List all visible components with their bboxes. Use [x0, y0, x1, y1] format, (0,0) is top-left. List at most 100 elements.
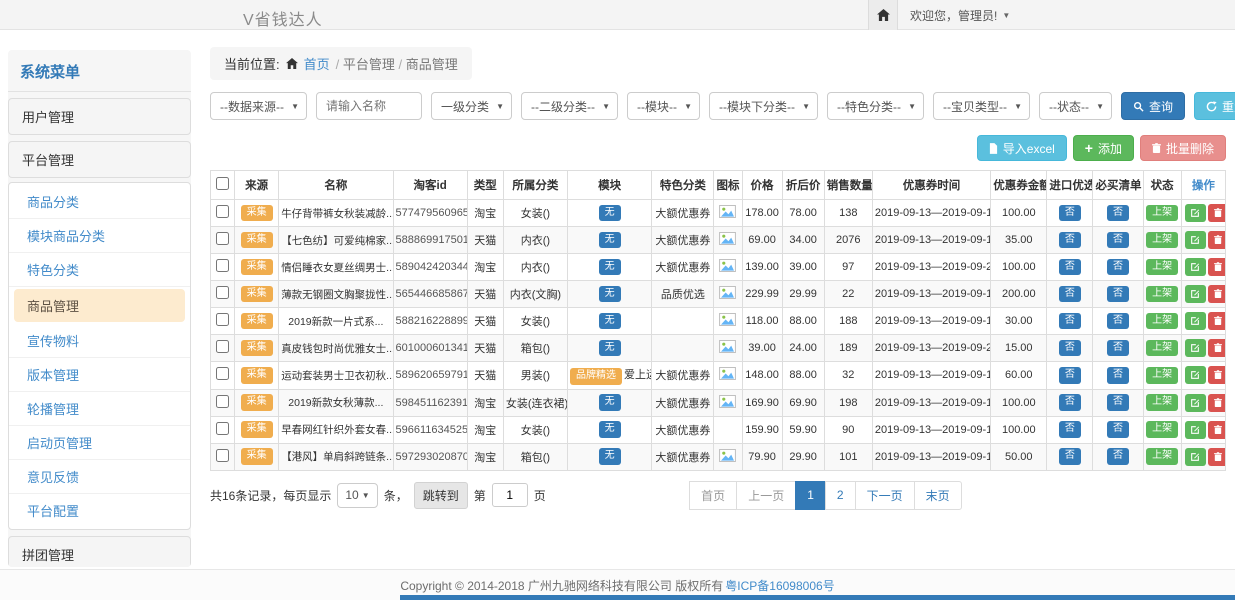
- sidebar-section-users[interactable]: 用户管理: [8, 98, 191, 135]
- must-buy-badge[interactable]: 否: [1107, 421, 1129, 438]
- page-button[interactable]: 末页: [914, 481, 962, 510]
- status-badge[interactable]: 上架: [1146, 286, 1178, 303]
- row-checkbox[interactable]: [216, 340, 229, 353]
- filter-select[interactable]: 一级分类 ▼: [431, 92, 512, 120]
- edit-button[interactable]: [1185, 285, 1206, 303]
- import-flag-badge[interactable]: 否: [1059, 205, 1081, 222]
- batch-delete-button[interactable]: 批量删除: [1140, 135, 1226, 161]
- import-flag-badge[interactable]: 否: [1059, 421, 1081, 438]
- sidebar-item[interactable]: 商品管理: [14, 289, 185, 322]
- row-checkbox[interactable]: [216, 449, 229, 462]
- import-flag-badge[interactable]: 否: [1059, 286, 1081, 303]
- page-size-select[interactable]: 10 ▼: [337, 483, 377, 508]
- import-flag-badge[interactable]: 否: [1059, 340, 1081, 357]
- jump-page-input[interactable]: [492, 483, 528, 507]
- row-checkbox[interactable]: [216, 313, 229, 326]
- filter-select[interactable]: --模块-- ▼: [627, 92, 700, 120]
- row-checkbox[interactable]: [216, 395, 229, 408]
- sidebar-section[interactable]: 拼团管理: [8, 536, 191, 567]
- status-badge[interactable]: 上架: [1146, 313, 1178, 330]
- row-checkbox[interactable]: [216, 422, 229, 435]
- user-menu[interactable]: 欢迎您，管理员! ▼: [898, 0, 1022, 30]
- row-checkbox[interactable]: [216, 232, 229, 245]
- reset-button[interactable]: 重置: [1194, 92, 1235, 120]
- filter-select[interactable]: --二级分类-- ▼: [521, 92, 618, 120]
- import-flag-badge[interactable]: 否: [1059, 448, 1081, 465]
- delete-button[interactable]: [1208, 312, 1226, 330]
- search-button[interactable]: 查询: [1121, 92, 1185, 120]
- import-flag-badge[interactable]: 否: [1059, 367, 1081, 384]
- sidebar-item[interactable]: 启动页管理: [9, 426, 190, 460]
- sidebar-item[interactable]: 平台配置: [9, 494, 190, 527]
- add-button[interactable]: + 添加: [1073, 135, 1134, 161]
- breadcrumb-home-link[interactable]: 首页: [304, 54, 330, 73]
- edit-button[interactable]: [1185, 448, 1206, 466]
- import-flag-badge[interactable]: 否: [1059, 259, 1081, 276]
- must-buy-badge[interactable]: 否: [1107, 286, 1129, 303]
- filter-select[interactable]: --模块下分类-- ▼: [709, 92, 818, 120]
- row-checkbox[interactable]: [216, 286, 229, 299]
- row-checkbox[interactable]: [216, 367, 229, 380]
- must-buy-badge[interactable]: 否: [1107, 205, 1129, 222]
- delete-button[interactable]: [1208, 394, 1226, 412]
- sidebar-item[interactable]: 模块商品分类: [9, 219, 190, 253]
- row-checkbox[interactable]: [216, 205, 229, 218]
- sidebar-section-platform[interactable]: 平台管理: [8, 141, 191, 178]
- edit-button[interactable]: [1185, 421, 1206, 439]
- delete-button[interactable]: [1208, 285, 1226, 303]
- import-flag-badge[interactable]: 否: [1059, 394, 1081, 411]
- status-badge[interactable]: 上架: [1146, 205, 1178, 222]
- sidebar-item[interactable]: 意见反馈: [9, 460, 190, 494]
- edit-button[interactable]: [1185, 394, 1206, 412]
- must-buy-badge[interactable]: 否: [1107, 394, 1129, 411]
- icp-link[interactable]: 粤ICP备16098006号: [725, 577, 834, 594]
- import-excel-button[interactable]: 导入excel: [977, 135, 1067, 161]
- filter-select-data-source[interactable]: --数据来源-- ▼: [210, 92, 307, 120]
- must-buy-badge[interactable]: 否: [1107, 232, 1129, 249]
- page-button[interactable]: 上一页: [736, 481, 796, 510]
- page-button[interactable]: 下一页: [855, 481, 915, 510]
- sidebar-item[interactable]: 宣传物料: [9, 324, 190, 358]
- import-flag-badge[interactable]: 否: [1059, 313, 1081, 330]
- status-badge[interactable]: 上架: [1146, 394, 1178, 411]
- status-badge[interactable]: 上架: [1146, 232, 1178, 249]
- must-buy-badge[interactable]: 否: [1107, 367, 1129, 384]
- filter-select[interactable]: --特色分类-- ▼: [827, 92, 924, 120]
- edit-button[interactable]: [1185, 339, 1206, 357]
- status-badge[interactable]: 上架: [1146, 421, 1178, 438]
- row-checkbox[interactable]: [216, 259, 229, 272]
- edit-button[interactable]: [1185, 366, 1206, 384]
- status-badge[interactable]: 上架: [1146, 448, 1178, 465]
- filter-select[interactable]: --宝贝类型-- ▼: [933, 92, 1030, 120]
- page-button[interactable]: 首页: [689, 481, 737, 510]
- edit-button[interactable]: [1185, 312, 1206, 330]
- page-button[interactable]: 1: [795, 481, 826, 510]
- status-badge[interactable]: 上架: [1146, 340, 1178, 357]
- import-flag-badge[interactable]: 否: [1059, 232, 1081, 249]
- sidebar-item[interactable]: 版本管理: [9, 358, 190, 392]
- select-all-checkbox[interactable]: [216, 177, 229, 190]
- delete-button[interactable]: [1208, 421, 1226, 439]
- delete-button[interactable]: [1208, 448, 1226, 466]
- must-buy-badge[interactable]: 否: [1107, 313, 1129, 330]
- sidebar-item[interactable]: 特色分类: [9, 253, 190, 287]
- must-buy-badge[interactable]: 否: [1107, 448, 1129, 465]
- edit-button[interactable]: [1185, 231, 1206, 249]
- delete-button[interactable]: [1208, 204, 1226, 222]
- jump-button[interactable]: 跳转到: [414, 482, 468, 509]
- delete-button[interactable]: [1208, 258, 1226, 276]
- status-badge[interactable]: 上架: [1146, 367, 1178, 384]
- bottom-scrollbar[interactable]: [400, 595, 1235, 600]
- edit-button[interactable]: [1185, 204, 1206, 222]
- status-badge[interactable]: 上架: [1146, 259, 1178, 276]
- name-search-input[interactable]: [316, 92, 422, 120]
- delete-button[interactable]: [1208, 231, 1226, 249]
- sidebar-item[interactable]: 商品分类: [9, 185, 190, 219]
- page-button[interactable]: 2: [825, 481, 856, 510]
- must-buy-badge[interactable]: 否: [1107, 340, 1129, 357]
- delete-button[interactable]: [1208, 339, 1226, 357]
- delete-button[interactable]: [1208, 366, 1226, 384]
- must-buy-badge[interactable]: 否: [1107, 259, 1129, 276]
- sidebar-item[interactable]: 轮播管理: [9, 392, 190, 426]
- home-button[interactable]: [868, 0, 898, 30]
